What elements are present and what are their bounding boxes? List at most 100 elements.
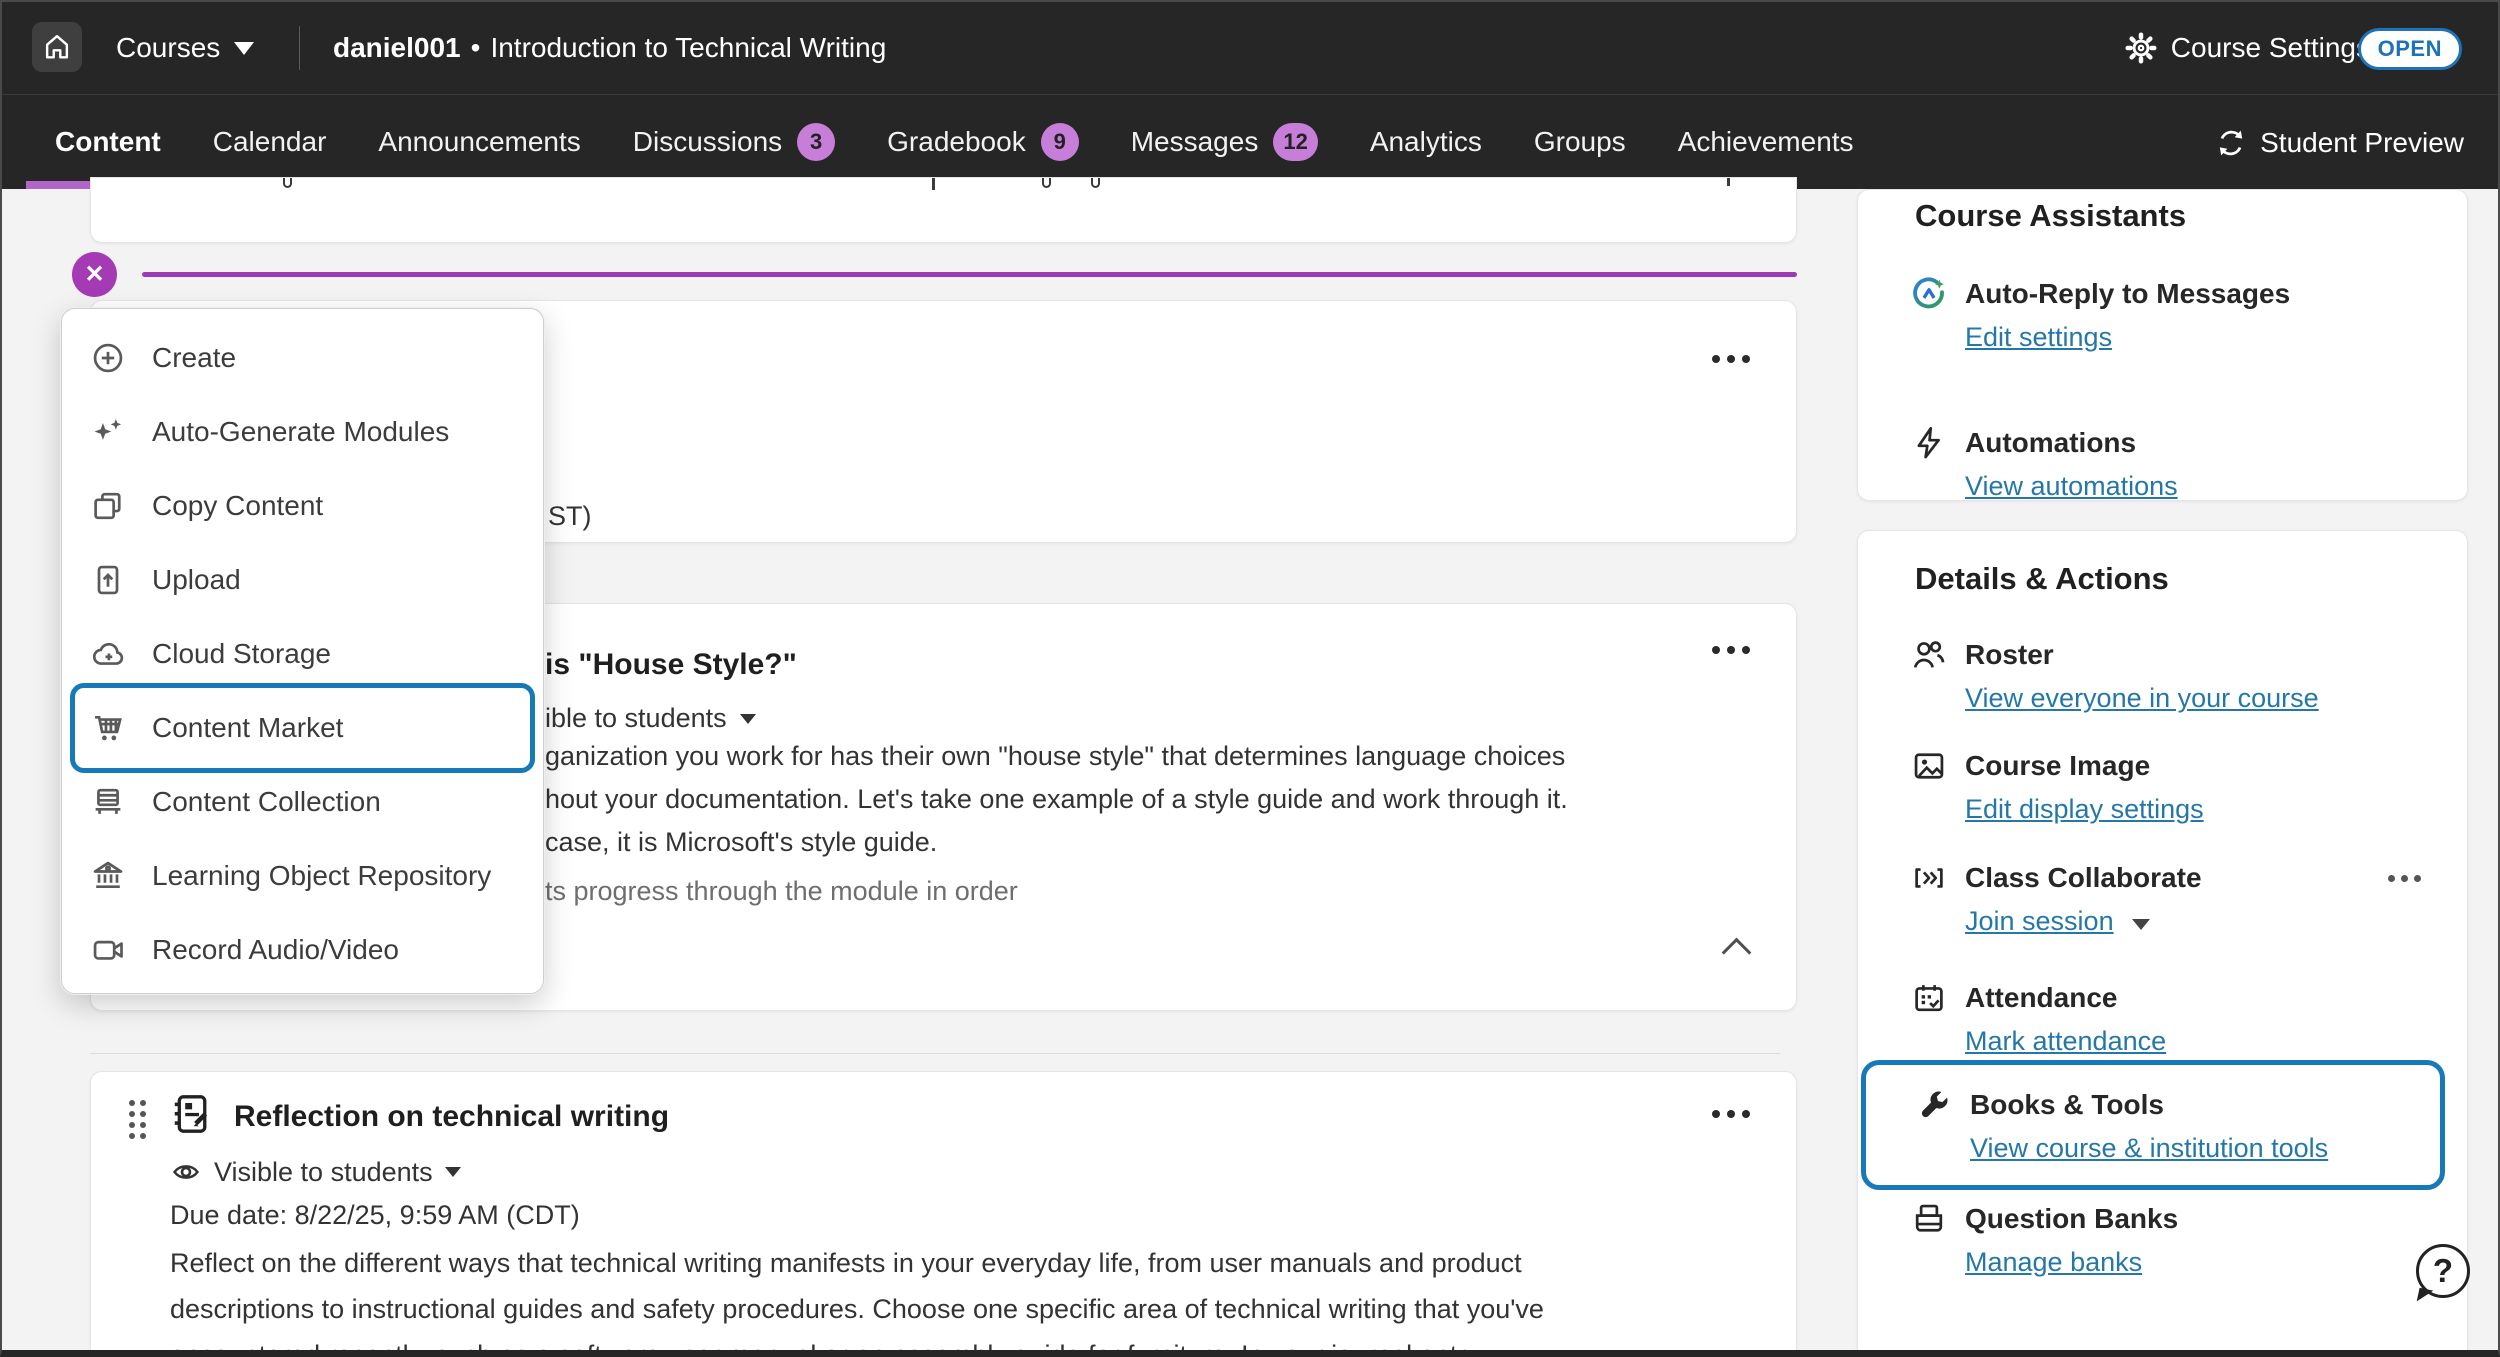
view-course-tools-link[interactable]: View course & institution tools: [1970, 1133, 2328, 1164]
menu-item-record-audio-video[interactable]: Record Audio/Video: [62, 913, 543, 987]
course-id: daniel001: [333, 32, 461, 64]
image-icon: [1911, 748, 1947, 784]
tab-messages[interactable]: Messages12: [1131, 95, 1318, 189]
detail-item-class-collaborate: Class Collaborate Join session: [1911, 860, 2425, 937]
assistant-item-label: Automations: [1965, 427, 2136, 459]
menu-item-auto-generate-modules[interactable]: Auto-Generate Modules: [62, 395, 543, 469]
breadcrumb: daniel001 • Introduction to Technical Wr…: [333, 2, 886, 94]
view-everyone-link[interactable]: View everyone in your course: [1965, 683, 2319, 714]
tab-discussions[interactable]: Discussions3: [633, 95, 835, 189]
overflow-menu-button[interactable]: [1706, 1104, 1756, 1124]
menu-item-cloud-storage[interactable]: Cloud Storage: [62, 617, 543, 691]
student-preview-label: Student Preview: [2260, 127, 2464, 159]
menu-item-upload[interactable]: Upload: [62, 543, 543, 617]
help-button[interactable]: ?: [2416, 1244, 2472, 1300]
item-description: Reflect on the different ways that techn…: [170, 1240, 1740, 1357]
overflow-menu-button[interactable]: [2384, 871, 2425, 886]
menu-item-content-collection[interactable]: Content Collection: [62, 765, 543, 839]
panel-heading: Details & Actions: [1915, 561, 2169, 597]
clipped-text-fragment: [283, 178, 292, 188]
clipped-text-fragment: [1091, 178, 1100, 188]
detail-item-label: Course Image: [1965, 750, 2150, 782]
overflow-menu-button[interactable]: [1706, 349, 1756, 369]
menu-item-learning-object-repository[interactable]: Learning Object Repository: [62, 839, 543, 913]
discussions-count-badge: 3: [797, 123, 835, 161]
course-settings-button[interactable]: Course Settings: [2123, 2, 2370, 94]
mark-attendance-link[interactable]: Mark attendance: [1965, 1026, 2166, 1057]
collaborate-icon: [1911, 860, 1947, 896]
gear-icon: [2123, 30, 2159, 66]
item-description: ganization you work for has their own "h…: [545, 735, 1568, 864]
menu-item-copy-content[interactable]: Copy Content: [62, 469, 543, 543]
plus-circle-icon: [90, 340, 126, 376]
item-title-fragment: is "House Style?": [545, 648, 797, 682]
tab-calendar[interactable]: Calendar: [213, 95, 327, 189]
tab-content[interactable]: Content: [55, 95, 161, 189]
visibility-selector[interactable]: ible to students: [545, 703, 756, 734]
gradebook-count-badge: 9: [1041, 123, 1079, 161]
eye-icon: [170, 1156, 202, 1188]
due-date: Due date: 8/22/25, 9:59 AM (CDT): [170, 1200, 580, 1231]
close-add-menu-button[interactable]: ✕: [72, 252, 117, 297]
course-open-badge[interactable]: OPEN: [2358, 28, 2462, 70]
detail-item-books-tools: Books & Tools View course & institution …: [1916, 1087, 2398, 1164]
question-mark-glyph: ?: [2433, 1252, 2453, 1290]
chevron-down-icon[interactable]: [2132, 919, 2150, 930]
visibility-selector[interactable]: Visible to students: [170, 1156, 461, 1188]
content-item-card-reflection: Reflection on technical writing Visible …: [90, 1071, 1797, 1357]
panel-heading: Course Assistants: [1915, 198, 2186, 234]
tab-analytics[interactable]: Analytics: [1370, 95, 1482, 189]
manage-banks-link[interactable]: Manage banks: [1965, 1247, 2142, 1278]
student-preview-icon: [2215, 127, 2247, 159]
edit-settings-link[interactable]: Edit settings: [1965, 322, 2112, 353]
item-title[interactable]: Reflection on technical writing: [234, 1100, 669, 1134]
upload-icon: [90, 562, 126, 598]
details-actions-panel: Details & Actions Roster View everyone i…: [1857, 530, 2468, 1357]
breadcrumb-separator: •: [471, 32, 481, 64]
books-tools-highlight: Books & Tools View course & institution …: [1861, 1060, 2445, 1190]
chevron-down-icon: [234, 42, 254, 55]
detail-item-label: Roster: [1965, 639, 2054, 671]
question-bank-icon: [1911, 1201, 1947, 1237]
tab-announcements[interactable]: Announcements: [378, 95, 580, 189]
lightning-icon: [1911, 425, 1947, 461]
nav-tabs: Content Calendar Announcements Discussio…: [2, 95, 1854, 189]
student-preview-button[interactable]: Student Preview: [2215, 95, 2464, 190]
module-progress-note-fragment: ts progress through the module in order: [545, 876, 1018, 907]
collection-icon: [90, 784, 126, 820]
clipped-text-fragment: [932, 178, 935, 190]
tab-achievements[interactable]: Achievements: [1678, 95, 1854, 189]
video-camera-icon: [90, 932, 126, 968]
tab-groups[interactable]: Groups: [1534, 95, 1626, 189]
course-assistants-panel: Course Assistants Auto-Reply to Messages…: [1857, 189, 2468, 501]
journal-icon: [169, 1092, 213, 1136]
overflow-menu-button[interactable]: [1706, 640, 1756, 660]
insert-content-divider: [142, 272, 1797, 277]
detail-item-label: Books & Tools: [1970, 1089, 2164, 1121]
clipped-content-card: [90, 177, 1797, 243]
home-icon: [42, 32, 72, 62]
bank-icon: [90, 858, 126, 894]
home-button[interactable]: [32, 22, 82, 72]
detail-item-course-image: Course Image Edit display settings: [1911, 748, 2425, 825]
menu-item-content-market[interactable]: Content Market: [62, 691, 543, 765]
edit-display-settings-link[interactable]: Edit display settings: [1965, 794, 2204, 825]
course-nav: Content Calendar Announcements Discussio…: [2, 94, 2498, 189]
drag-handle[interactable]: [129, 1100, 146, 1139]
chevron-down-icon: [445, 1167, 461, 1177]
menu-item-create[interactable]: Create: [62, 321, 543, 395]
collapse-module-button[interactable]: [1724, 934, 1750, 960]
ai-assistant-icon: [1911, 276, 1947, 312]
courses-menu-button[interactable]: Courses: [116, 2, 254, 94]
topbar-divider: [299, 26, 300, 70]
cloud-upload-icon: [90, 636, 126, 672]
view-automations-link[interactable]: View automations: [1965, 471, 2178, 502]
courses-label: Courses: [116, 32, 220, 64]
join-session-link[interactable]: Join session: [1965, 906, 2114, 937]
sparkles-icon: [90, 414, 126, 450]
add-content-menu: Create Auto-Generate Modules Copy Conten…: [61, 308, 544, 994]
module-divider: [90, 1053, 1780, 1054]
top-bar: Courses daniel001 • Introduction to Tech…: [2, 2, 2498, 94]
content-area: ✕ ST) is "House Style?" ible to students…: [2, 189, 2500, 1357]
tab-gradebook[interactable]: Gradebook9: [887, 95, 1079, 189]
